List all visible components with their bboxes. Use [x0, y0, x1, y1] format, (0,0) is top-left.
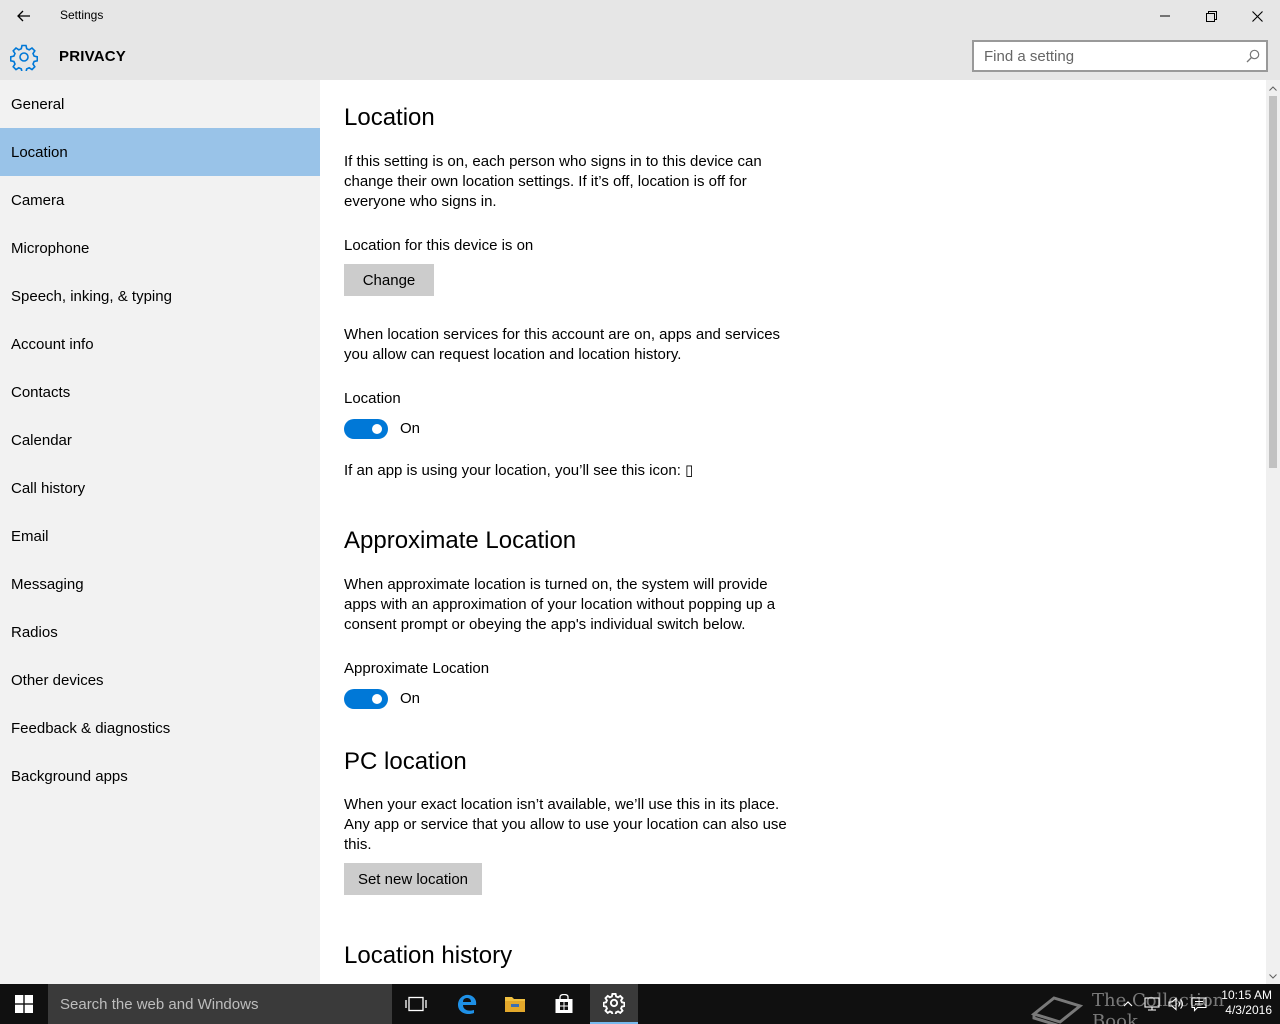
folder-icon	[505, 997, 525, 1012]
store-button[interactable]	[540, 984, 588, 1024]
action-center-button[interactable]	[1191, 996, 1207, 1012]
taskbar-search-placeholder: Search the web and Windows	[60, 996, 259, 1013]
clock-date: 4/3/2016	[1225, 1003, 1272, 1017]
store-icon	[555, 994, 573, 1013]
network-icon	[1144, 997, 1160, 1011]
chevron-down-icon	[1269, 973, 1277, 979]
search-box[interactable]	[972, 40, 1268, 72]
file-explorer-button[interactable]	[491, 984, 539, 1024]
search-icon[interactable]	[1246, 49, 1260, 63]
taskbar-search-box[interactable]: Search the web and Windows	[48, 984, 392, 1024]
close-icon	[1251, 10, 1263, 22]
minimize-icon	[1160, 15, 1170, 17]
toggle-knob	[372, 424, 382, 434]
sidebar-item-feedback-diagnostics[interactable]: Feedback & diagnostics	[0, 704, 320, 752]
restore-icon	[1205, 10, 1217, 22]
sidebar-item-location[interactable]: Location	[0, 128, 320, 176]
toggle-knob	[372, 694, 382, 704]
location-toggle-label: Location	[344, 390, 401, 407]
location-description: If this setting is on, each person who s…	[344, 153, 762, 210]
back-arrow-icon	[17, 10, 30, 22]
device-location-status: Location for this device is on	[344, 237, 534, 254]
title-bar: Settings	[0, 0, 1280, 32]
location-icon-note: If an app is using your location, you’ll…	[344, 462, 694, 479]
show-hidden-icons-button[interactable]	[1120, 996, 1136, 1012]
account-location-description: When location services for this account …	[344, 326, 781, 363]
window-title: Settings	[60, 8, 104, 22]
page-title: PRIVACY	[59, 48, 126, 65]
vertical-scrollbar[interactable]	[1266, 80, 1280, 984]
windows-logo-icon	[15, 995, 33, 1013]
restore-button[interactable]	[1188, 0, 1234, 32]
approximate-toggle-label: Approximate Location	[344, 660, 490, 677]
close-button[interactable]	[1234, 0, 1280, 32]
location-toggle[interactable]	[344, 419, 388, 439]
sidebar-item-background-apps[interactable]: Background apps	[0, 752, 320, 800]
volume-icon	[1168, 997, 1183, 1011]
sidebar-item-camera[interactable]: Camera	[0, 176, 320, 224]
chevron-up-icon	[1123, 1001, 1133, 1007]
task-view-icon	[405, 996, 427, 1012]
location-toggle-state: On	[400, 420, 421, 437]
sidebar-item-speech-inking-typing[interactable]: Speech, inking, & typing	[0, 272, 320, 320]
sidebar-item-messaging[interactable]: Messaging	[0, 560, 320, 608]
taskbar-clock[interactable]: 10:15 AM 4/3/2016	[1210, 988, 1272, 1018]
pc-location-description: When your exact location isn’t available…	[344, 796, 787, 853]
start-button[interactable]	[0, 984, 48, 1024]
settings-header: PRIVACY	[0, 32, 1280, 80]
sidebar-item-calendar[interactable]: Calendar	[0, 416, 320, 464]
volume-button[interactable]	[1168, 996, 1184, 1012]
book-logo-icon	[1030, 996, 1084, 1024]
approximate-toggle-state: On	[400, 690, 421, 707]
sidebar-item-call-history[interactable]: Call history	[0, 464, 320, 512]
back-button[interactable]	[0, 0, 48, 32]
sidebar-item-microphone[interactable]: Microphone	[0, 224, 320, 272]
minimize-button[interactable]	[1142, 0, 1188, 32]
action-center-icon	[1191, 996, 1207, 1012]
sidebar: General Location Camera Microphone Speec…	[0, 80, 320, 984]
gear-icon	[10, 44, 38, 71]
scroll-thumb[interactable]	[1269, 96, 1277, 468]
scroll-down-button[interactable]	[1266, 970, 1280, 982]
sidebar-item-radios[interactable]: Radios	[0, 608, 320, 656]
approximate-location-toggle[interactable]	[344, 689, 388, 709]
approximate-location-description: When approximate location is turned on, …	[344, 576, 776, 633]
sidebar-item-other-devices[interactable]: Other devices	[0, 656, 320, 704]
location-history-heading: Location history	[344, 942, 513, 969]
network-button[interactable]	[1144, 996, 1160, 1012]
edge-button[interactable]	[443, 984, 491, 1024]
search-input[interactable]	[984, 48, 1234, 65]
scroll-up-button[interactable]	[1266, 82, 1280, 94]
taskbar: Search the web and Windows The Collectio…	[0, 984, 1280, 1024]
gear-icon	[603, 993, 625, 1014]
location-heading: Location	[344, 104, 435, 131]
main-content: Location If this setting is on, each per…	[320, 80, 1280, 984]
edge-icon	[458, 994, 477, 1015]
pc-location-heading: PC location	[344, 748, 467, 775]
set-new-location-button[interactable]: Set new location	[344, 863, 482, 895]
settings-taskbar-button[interactable]	[590, 984, 638, 1024]
sidebar-item-email[interactable]: Email	[0, 512, 320, 560]
clock-time: 10:15 AM	[1221, 988, 1272, 1002]
change-button[interactable]: Change	[344, 264, 434, 296]
sidebar-item-account-info[interactable]: Account info	[0, 320, 320, 368]
sidebar-item-contacts[interactable]: Contacts	[0, 368, 320, 416]
chevron-up-icon	[1269, 85, 1277, 91]
task-view-button[interactable]	[392, 984, 440, 1024]
approximate-location-heading: Approximate Location	[344, 527, 577, 554]
sidebar-item-general[interactable]: General	[0, 80, 320, 128]
